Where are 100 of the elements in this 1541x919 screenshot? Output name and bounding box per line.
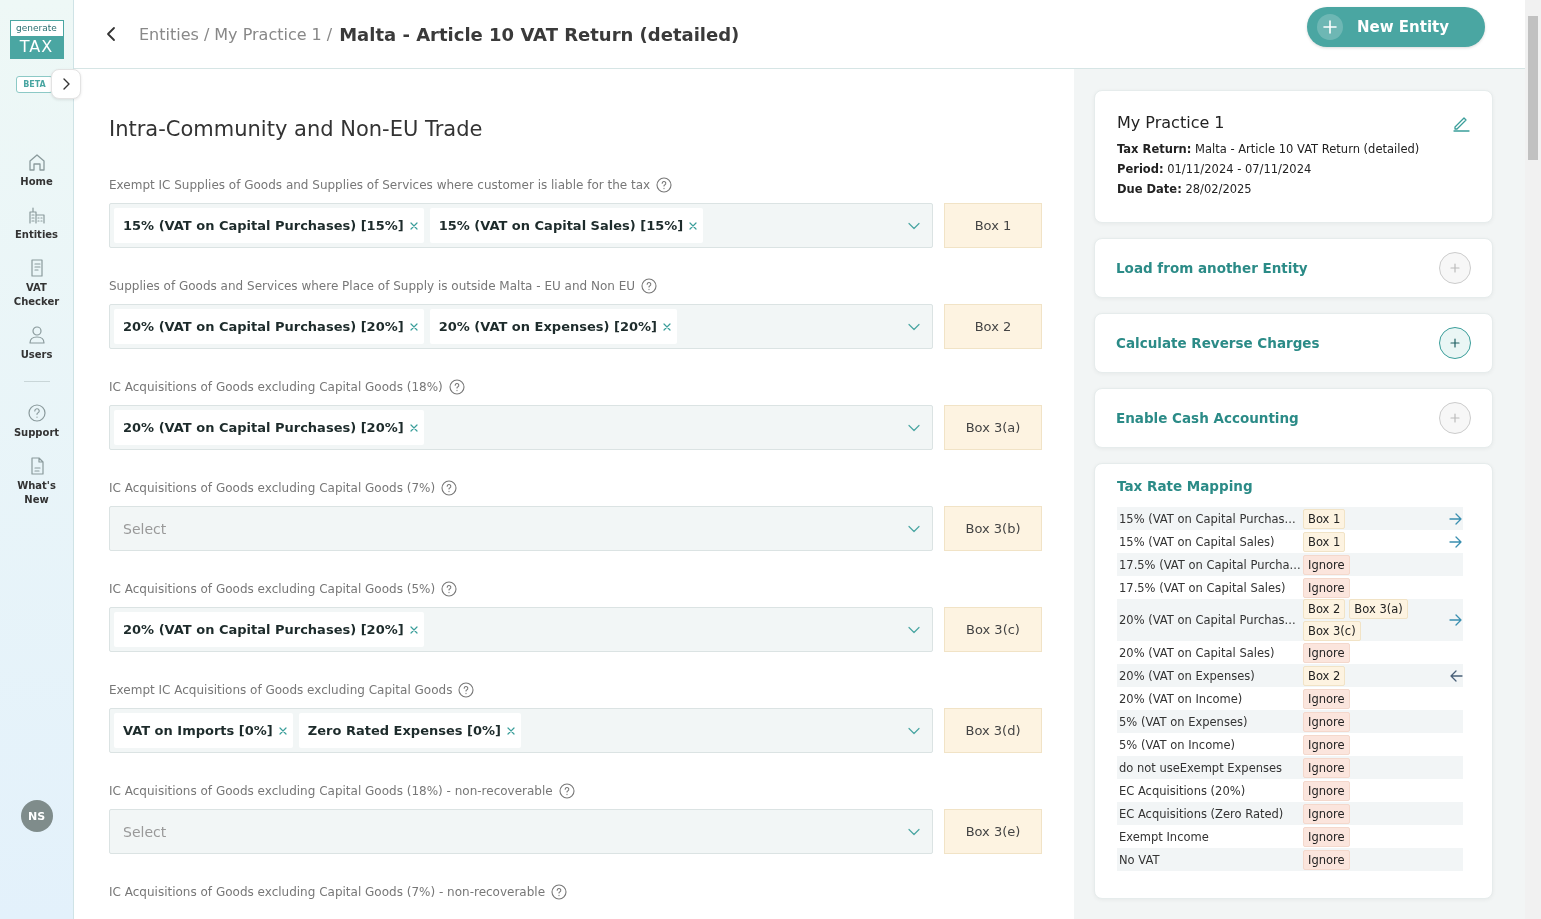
box-tag: Box 2 xyxy=(1303,665,1346,686)
help-icon[interactable] xyxy=(558,783,575,799)
chevron-down-icon xyxy=(908,221,920,230)
box-label: Box 1 xyxy=(944,203,1042,248)
field-label: Exempt IC Supplies of Goods and Supplies of Services where customer is liable for the tax xyxy=(109,178,651,192)
multi-select-field[interactable]: 15% (VAT on Capital Purchases) [15%] 15% (VAT on Capital Sales) [15%] xyxy=(109,203,933,248)
remove-icon[interactable] xyxy=(409,625,418,634)
field-label: IC Acquisitions of Goods excluding Capital Goods (18%) xyxy=(109,380,443,394)
breadcrumb-link[interactable]: My Practice 1 xyxy=(214,24,322,44)
arrow-right-icon[interactable] xyxy=(1449,614,1463,626)
field-label: Exempt IC Acquisitions of Goods excluding Capital Goods xyxy=(109,683,453,697)
box-tag: Box 2 xyxy=(1303,599,1346,619)
breadcrumb-link[interactable]: Entities xyxy=(139,24,199,44)
rate-name: 5% (VAT on Income) xyxy=(1119,737,1236,752)
help-icon[interactable] xyxy=(448,379,465,395)
box-tag: Box 3(a) xyxy=(1349,599,1408,619)
breadcrumb-separator: / xyxy=(326,24,333,44)
remove-icon[interactable] xyxy=(689,221,698,230)
nav-item[interactable]: Entities xyxy=(4,200,69,247)
help-icon[interactable] xyxy=(458,682,475,698)
selected-tag: 20% (VAT on Capital Purchases) [20%] xyxy=(114,612,424,647)
user-icon xyxy=(26,325,47,345)
multi-select-field[interactable]: 20% (VAT on Capital Purchases) [20%] 20% (VAT on Expenses) [20%] xyxy=(109,304,933,349)
selected-tag: Zero Rated Expenses [0%] xyxy=(298,713,521,748)
ignore-tag: Ignore xyxy=(1303,711,1350,732)
chevron-down-icon xyxy=(908,423,920,432)
info-line: Tax Return: Malta - Article 10 VAT Return (detailed) xyxy=(1117,142,1421,157)
rate-name: 17.5% (VAT on Capital Sales) xyxy=(1119,580,1287,595)
multi-select-field[interactable]: 20% (VAT on Capital Purchases) [20%] xyxy=(109,405,933,450)
logo[interactable]: generate TAX xyxy=(9,20,64,59)
entity-name: My Practice 1 xyxy=(1117,113,1225,132)
selected-tag: 20% (VAT on Capital Purchases) [20%] xyxy=(114,309,424,344)
help-icon[interactable] xyxy=(441,480,458,496)
ignore-tag: Ignore xyxy=(1303,642,1350,663)
box-label: Box 3(c) xyxy=(944,607,1042,652)
rate-name: No VAT xyxy=(1119,852,1161,867)
plus-icon xyxy=(1323,20,1337,34)
remove-icon[interactable] xyxy=(409,423,418,432)
field-label: IC Acquisitions of Goods excluding Capital Goods (18%) - non-recoverable xyxy=(109,784,553,798)
remove-icon[interactable] xyxy=(507,726,515,735)
action-link[interactable]: Enable Cash Accounting xyxy=(1116,410,1299,426)
scroll-thumb[interactable] xyxy=(1528,16,1538,160)
box-tag: Box 1 xyxy=(1303,531,1346,552)
action-link[interactable]: Calculate Reverse Charges xyxy=(1116,335,1320,351)
add-button[interactable] xyxy=(1439,327,1471,359)
rate-name: 15% (VAT on Capital Purchas... xyxy=(1119,511,1297,526)
expand-button[interactable] xyxy=(50,69,81,99)
remove-icon[interactable] xyxy=(278,726,287,735)
multi-select-field[interactable]: 20% (VAT on Capital Purchases) [20%] xyxy=(109,607,933,652)
arrow-left-icon[interactable] xyxy=(1449,669,1463,682)
arrow-right-icon[interactable] xyxy=(1449,535,1463,548)
chevron-down-icon xyxy=(908,625,920,634)
nav-item[interactable]: VAT Checker xyxy=(4,253,69,314)
plus-icon xyxy=(1450,338,1460,348)
help-icon[interactable] xyxy=(551,884,568,900)
info-line: Due Date: 28/02/2025 xyxy=(1117,182,1253,197)
help-icon[interactable] xyxy=(441,581,458,597)
selected-tag: VAT on Imports [0%] xyxy=(114,713,293,748)
rate-name: 20% (VAT on Expenses) xyxy=(1119,668,1256,683)
beta-badge: BETA xyxy=(16,75,53,93)
plus-icon xyxy=(1450,413,1460,423)
rate-name: EC Acquisitions (20%) xyxy=(1119,783,1247,798)
nav-item[interactable]: Users xyxy=(4,320,69,367)
placeholder: Select xyxy=(122,823,167,840)
help-icon xyxy=(26,403,47,423)
chevron-down-icon xyxy=(908,524,920,533)
nav-item[interactable]: Support xyxy=(4,398,69,445)
arrow-right-icon[interactable] xyxy=(1449,512,1463,525)
rate-name: Exempt Income xyxy=(1119,829,1210,844)
placeholder: Select xyxy=(122,520,167,537)
help-icon[interactable] xyxy=(641,278,658,294)
remove-icon[interactable] xyxy=(663,322,671,331)
chevron-down-icon xyxy=(908,322,920,331)
ignore-tag: Ignore xyxy=(1303,734,1350,755)
selected-tag: 15% (VAT on Capital Purchases) [15%] xyxy=(114,208,424,243)
action-link[interactable]: Load from another Entity xyxy=(1116,260,1308,276)
rate-name: do not useExempt Expenses xyxy=(1119,760,1284,775)
box-tag: Box 3(c) xyxy=(1303,621,1361,641)
remove-icon[interactable] xyxy=(409,221,418,230)
rate-name: EC Acquisitions (Zero Rated) xyxy=(1119,806,1285,821)
scrollbar[interactable] xyxy=(1525,0,1541,919)
nav-item[interactable]: Home xyxy=(4,147,69,194)
box-tag: Box 1 xyxy=(1303,508,1346,529)
box-label: Box 3(d) xyxy=(944,708,1042,753)
selected-tag: 20% (VAT on Capital Purchases) [20%] xyxy=(114,410,424,445)
rate-name: 5% (VAT on Expenses) xyxy=(1119,714,1249,729)
box-label: Box 2 xyxy=(944,304,1042,349)
field-label: IC Acquisitions of Goods excluding Capital Goods (5%) xyxy=(109,582,436,596)
remove-icon[interactable] xyxy=(409,322,418,331)
rate-name: 20% (VAT on Income) xyxy=(1119,691,1244,706)
ignore-tag: Ignore xyxy=(1303,803,1350,824)
ignore-tag: Ignore xyxy=(1303,688,1350,709)
box-label: Box 3(e) xyxy=(944,809,1042,854)
multi-select-field[interactable]: VAT on Imports [0%] Zero Rated Expenses [0%] xyxy=(109,708,933,753)
home-icon xyxy=(26,152,47,172)
help-icon[interactable] xyxy=(656,177,673,193)
rate-name: 15% (VAT on Capital Sales) xyxy=(1119,534,1276,549)
ignore-tag: Ignore xyxy=(1303,849,1350,870)
back-icon[interactable] xyxy=(106,26,118,42)
nav-item[interactable]: What's New xyxy=(4,451,69,512)
